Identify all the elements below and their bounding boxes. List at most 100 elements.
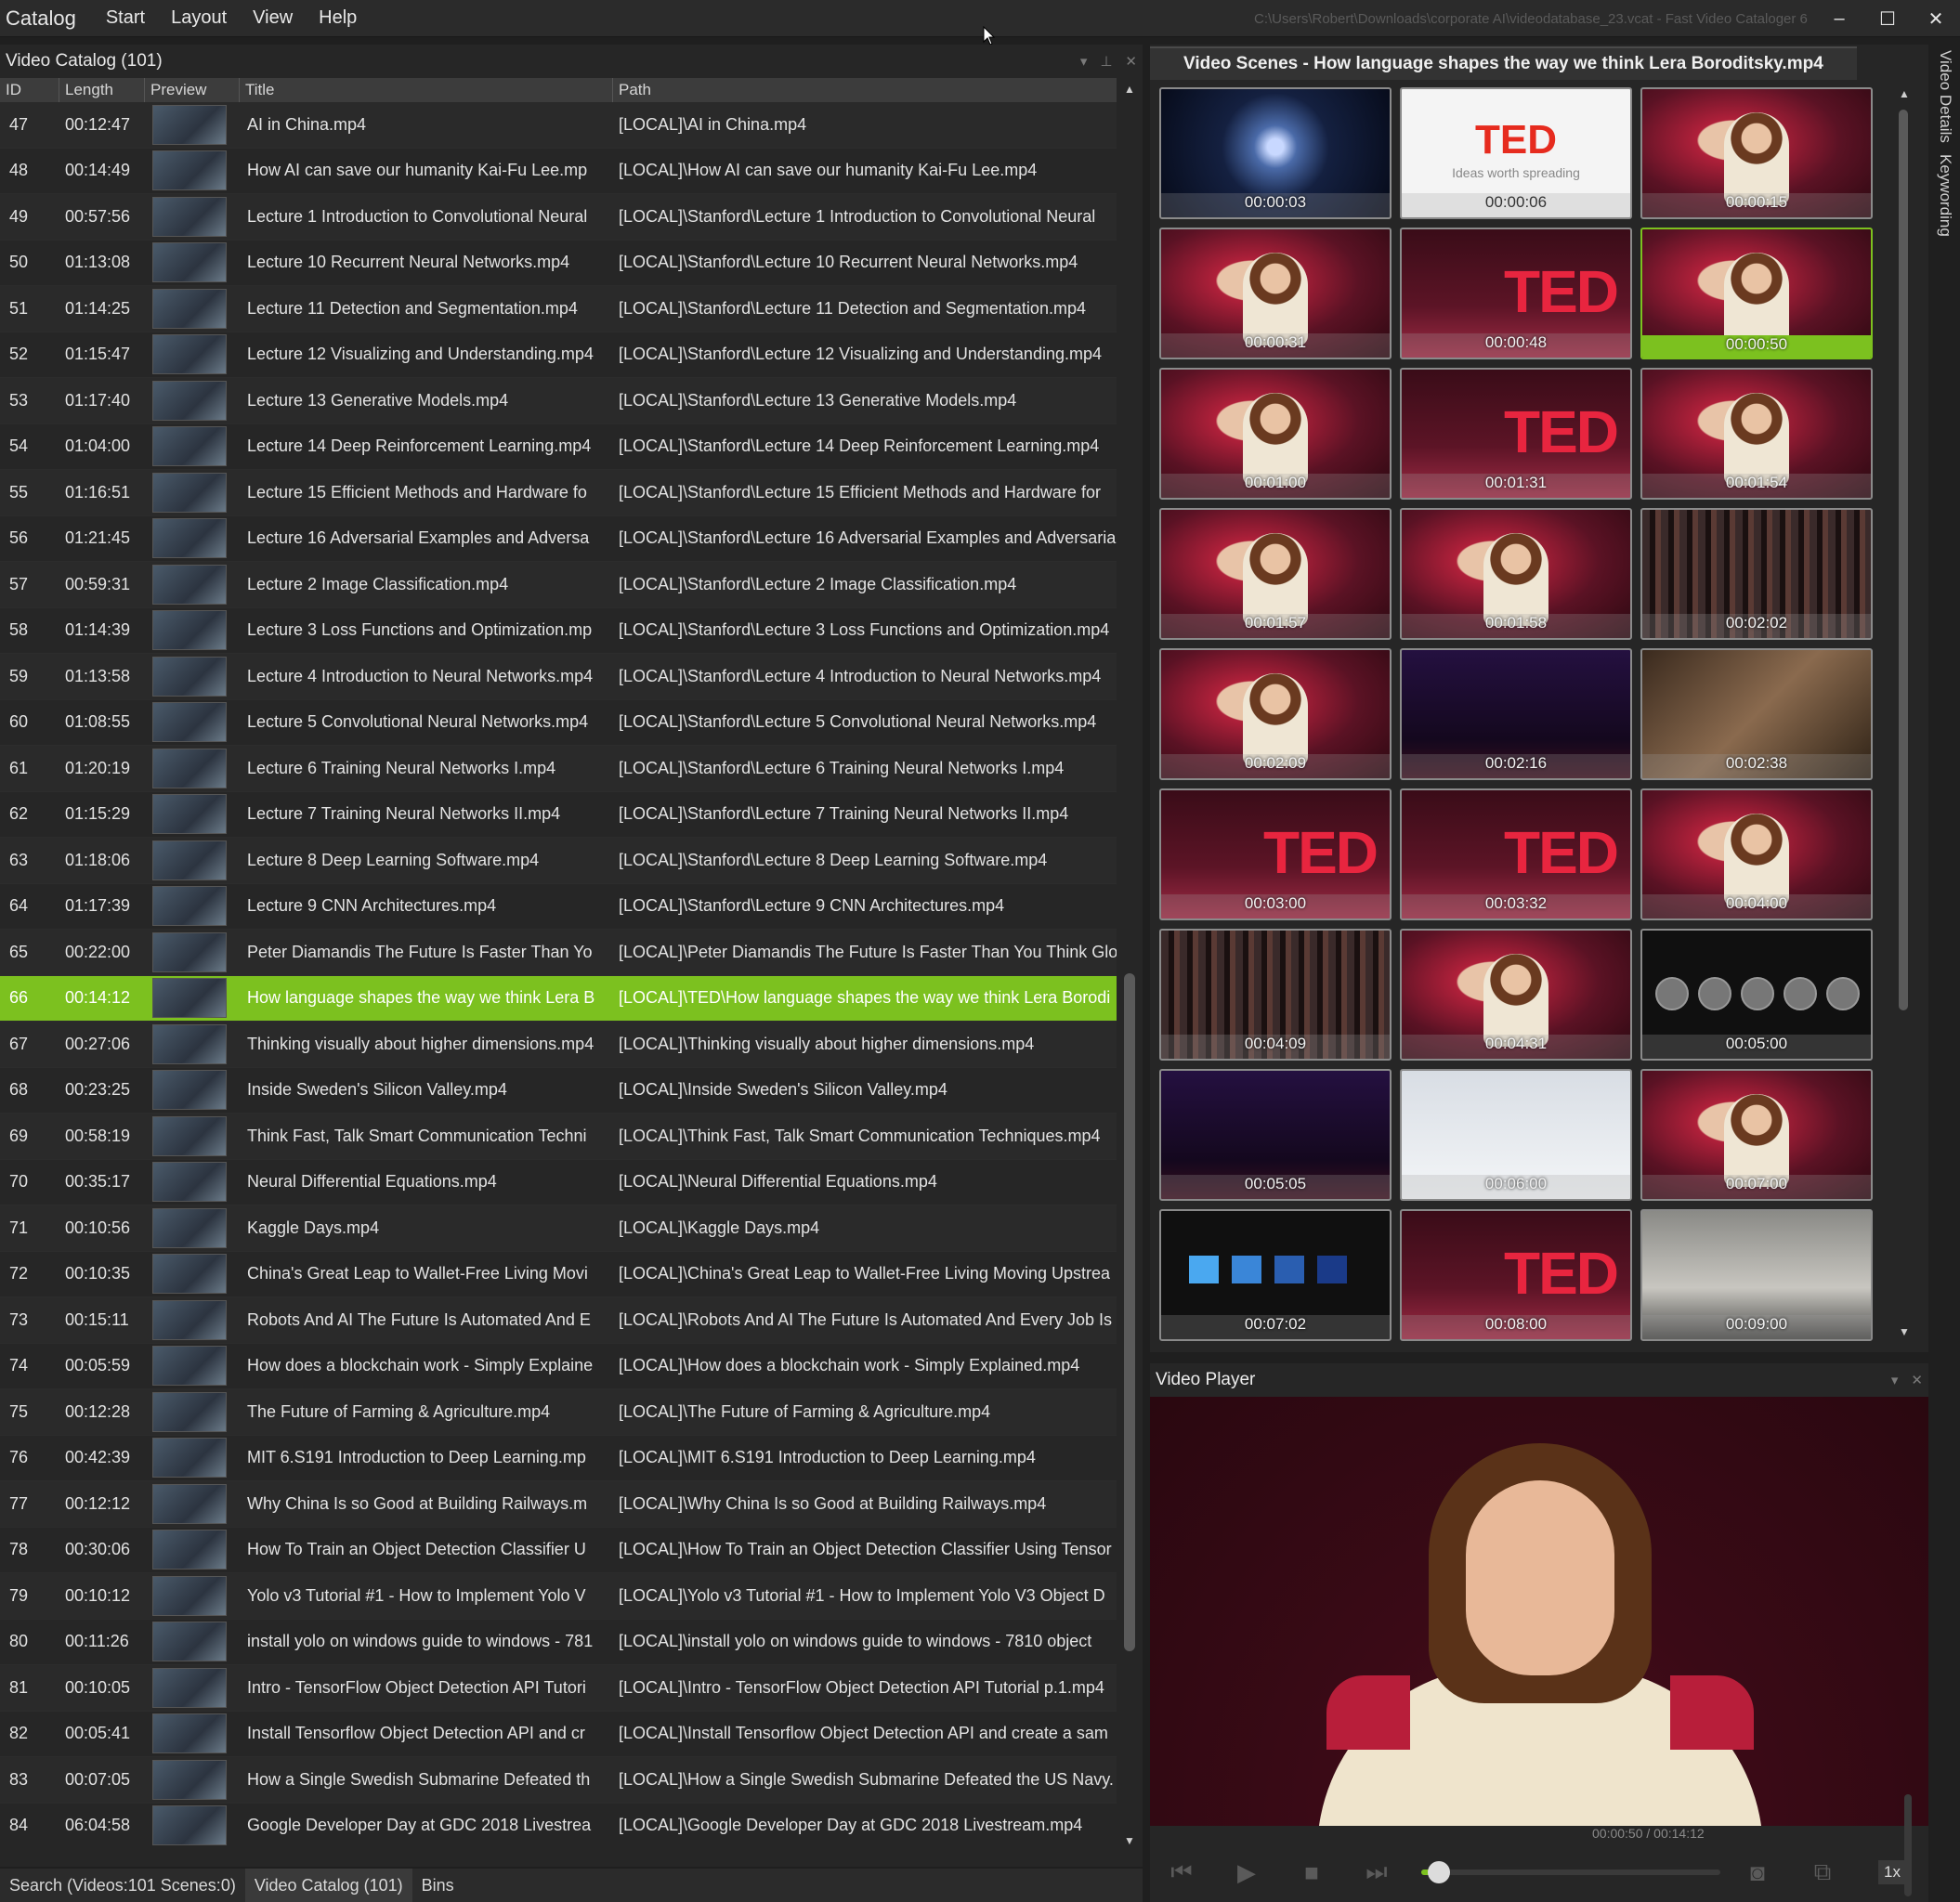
seek-handle[interactable]: [1427, 1861, 1450, 1883]
scroll-down-icon[interactable]: ▼: [1895, 1325, 1914, 1346]
table-row[interactable]: 84 06:04:58 Google Developer Day at GDC 20…: [0, 1803, 1117, 1848]
scene-thumbnail[interactable]: TED Ideas worth spreading 00:00:06: [1400, 87, 1632, 219]
dropdown-icon[interactable]: ▾: [1080, 53, 1088, 70]
scene-thumbnail[interactable]: 00:01:58: [1400, 508, 1632, 640]
scene-thumbnail[interactable]: TED 00:03:00: [1159, 788, 1392, 920]
table-row[interactable]: 53 01:17:40 Lecture 13 Generative Models.m…: [0, 378, 1117, 424]
scene-thumbnail[interactable]: 00:04:31: [1400, 929, 1632, 1061]
dropdown-icon[interactable]: ▾: [1891, 1372, 1899, 1388]
table-row[interactable]: 76 00:42:39 MIT 6.S191 Introduction to Dee…: [0, 1435, 1117, 1481]
table-row[interactable]: 70 00:35:17 Neural Differential Equations.…: [0, 1159, 1117, 1205]
menu-catalog[interactable]: Catalog: [0, 0, 93, 36]
table-row[interactable]: 66 00:14:12 How language shapes the way we…: [0, 975, 1117, 1022]
table-row[interactable]: 82 00:05:41 Install Tensorflow Object Dete…: [0, 1711, 1117, 1757]
scene-thumbnail[interactable]: 00:04:00: [1640, 788, 1873, 920]
close-panel-icon[interactable]: ✕: [1125, 53, 1137, 70]
table-row[interactable]: 60 01:08:55 Lecture 5 Convolutional Neural…: [0, 699, 1117, 746]
table-row[interactable]: 56 01:21:45 Lecture 16 Adversarial Example…: [0, 515, 1117, 562]
scene-thumbnail[interactable]: 00:07:00: [1640, 1069, 1873, 1201]
scene-thumbnail[interactable]: 00:00:15: [1640, 87, 1873, 219]
fast-forward-icon[interactable]: ⏭: [1349, 1849, 1405, 1895]
table-row[interactable]: 50 01:13:08 Lecture 10 Recurrent Neural Ne…: [0, 240, 1117, 286]
scene-thumbnail[interactable]: 00:00:50: [1640, 228, 1873, 359]
scroll-up-icon[interactable]: ▲: [1895, 87, 1914, 108]
stop-icon[interactable]: ■: [1284, 1849, 1339, 1895]
scene-thumbnail[interactable]: 00:07:02: [1159, 1209, 1392, 1341]
video-frame[interactable]: [1150, 1397, 1928, 1826]
table-row[interactable]: 62 01:15:29 Lecture 7 Training Neural Netw…: [0, 791, 1117, 838]
table-row[interactable]: 49 00:57:56 Lecture 1 Introduction to Conv…: [0, 194, 1117, 241]
play-icon[interactable]: ▶: [1219, 1849, 1274, 1895]
scroll-track[interactable]: [1124, 100, 1135, 1828]
speed-select[interactable]: 1x: [1878, 1860, 1906, 1884]
scenes-title[interactable]: Video Scenes - How language shapes the w…: [1150, 46, 1857, 80]
scene-thumbnail[interactable]: 00:02:09: [1159, 648, 1392, 780]
table-row[interactable]: 52 01:15:47 Lecture 12 Visualizing and Und…: [0, 332, 1117, 378]
scene-thumbnail[interactable]: 00:00:03: [1159, 87, 1392, 219]
table-row[interactable]: 64 01:17:39 Lecture 9 CNN Architectures.mp…: [0, 883, 1117, 930]
table-row[interactable]: 72 00:10:35 China's Great Leap to Wallet-F…: [0, 1251, 1117, 1297]
scene-thumbnail[interactable]: 00:05:05: [1159, 1069, 1392, 1201]
tab-video-details[interactable]: Video Details: [1932, 45, 1958, 149]
menu-view[interactable]: View: [240, 0, 306, 36]
scene-thumbnail[interactable]: 00:01:57: [1159, 508, 1392, 640]
table-row[interactable]: 47 00:12:47 AI in China.mp4 [LOCAL]\AI in C…: [0, 102, 1117, 149]
scene-thumbnail[interactable]: 00:02:16: [1400, 648, 1632, 780]
table-row[interactable]: 54 01:04:00 Lecture 14 Deep Reinforcement …: [0, 423, 1117, 470]
table-row[interactable]: 59 01:13:58 Lecture 4 Introduction to Neur…: [0, 654, 1117, 700]
seek-track[interactable]: [1421, 1869, 1720, 1875]
tab-bins[interactable]: Bins: [412, 1869, 464, 1902]
scene-thumbnail[interactable]: 00:00:31: [1159, 228, 1392, 359]
table-row[interactable]: 51 01:14:25 Lecture 11 Detection and Segme…: [0, 286, 1117, 332]
table-row[interactable]: 80 00:11:26 install yolo on windows guide …: [0, 1619, 1117, 1665]
minimize-button[interactable]: –: [1815, 0, 1863, 37]
close-button[interactable]: ✕: [1912, 0, 1960, 37]
column-path[interactable]: Path: [613, 78, 1117, 102]
maximize-button[interactable]: ☐: [1863, 0, 1912, 37]
table-row[interactable]: 69 00:58:19 Think Fast, Talk Smart Communi…: [0, 1114, 1117, 1160]
table-row[interactable]: 48 00:14:49 How AI can save our humanity K…: [0, 148, 1117, 194]
rewind-icon[interactable]: ⏮: [1154, 1849, 1209, 1895]
scroll-up-icon[interactable]: ▲: [1118, 78, 1141, 100]
camera-icon[interactable]: ◙: [1730, 1849, 1785, 1895]
table-row[interactable]: 58 01:14:39 Lecture 3 Loss Functions and O…: [0, 607, 1117, 654]
scene-thumbnail[interactable]: TED 00:08:00: [1400, 1209, 1632, 1341]
scene-thumbnail[interactable]: 00:05:00: [1640, 929, 1873, 1061]
table-row[interactable]: 74 00:05:59 How does a blockchain work - S…: [0, 1343, 1117, 1389]
scene-thumbnail[interactable]: 00:06:00: [1400, 1069, 1632, 1201]
scene-thumbnail[interactable]: TED 00:01:31: [1400, 368, 1632, 500]
export-icon[interactable]: ⧉: [1795, 1849, 1850, 1895]
table-row[interactable]: 78 00:30:06 How To Train an Object Detecti…: [0, 1527, 1117, 1573]
table-row[interactable]: 83 00:07:05 How a Single Swedish Submarine…: [0, 1757, 1117, 1804]
scene-thumbnail[interactable]: 00:02:38: [1640, 648, 1873, 780]
table-row[interactable]: 63 01:18:06 Lecture 8 Deep Learning Softwa…: [0, 838, 1117, 884]
scene-thumbnail[interactable]: TED 00:03:32: [1400, 788, 1632, 920]
scene-thumbnail[interactable]: TED 00:00:48: [1400, 228, 1632, 359]
scroll-down-icon[interactable]: ▼: [1118, 1830, 1141, 1852]
table-row[interactable]: 65 00:22:00 Peter Diamandis The Future Is …: [0, 930, 1117, 976]
menu-start[interactable]: Start: [93, 0, 158, 36]
menu-layout[interactable]: Layout: [158, 0, 240, 36]
pin-icon[interactable]: ⊥: [1100, 53, 1112, 70]
tab-keywording[interactable]: Keywording: [1932, 149, 1958, 242]
scroll-thumb[interactable]: [1899, 110, 1908, 1010]
table-row[interactable]: 77 00:12:12 Why China Is so Good at Buildi…: [0, 1481, 1117, 1528]
table-row[interactable]: 67 00:27:06 Thinking visually about higher…: [0, 1022, 1117, 1068]
scene-thumbnail[interactable]: 00:09:00: [1640, 1209, 1873, 1341]
table-row[interactable]: 73 00:15:11 Robots And AI The Future Is Au…: [0, 1297, 1117, 1344]
column-id[interactable]: ID: [0, 78, 59, 102]
table-row[interactable]: 81 00:10:05 Intro - TensorFlow Object Dete…: [0, 1665, 1117, 1712]
table-row[interactable]: 61 01:20:19 Lecture 6 Training Neural Netw…: [0, 746, 1117, 792]
scene-thumbnail[interactable]: 00:04:09: [1159, 929, 1392, 1061]
volume-slider[interactable]: [1904, 1794, 1912, 1896]
scene-thumbnail[interactable]: 00:02:02: [1640, 508, 1873, 640]
table-row[interactable]: 75 00:12:28 The Future of Farming & Agricu…: [0, 1389, 1117, 1436]
column-length[interactable]: Length: [59, 78, 145, 102]
seek-bar[interactable]: [1421, 1861, 1720, 1883]
tab-video-catalog[interactable]: Video Catalog (101): [244, 1869, 412, 1902]
tab-search[interactable]: Search (Videos:101 Scenes:0): [0, 1869, 245, 1902]
table-row[interactable]: 55 01:16:51 Lecture 15 Efficient Methods a…: [0, 470, 1117, 516]
scene-thumbnail[interactable]: 00:01:54: [1640, 368, 1873, 500]
catalog-scrollbar[interactable]: ▲ ▼: [1118, 78, 1141, 1852]
scenes-scrollbar[interactable]: ▲ ▼: [1895, 87, 1914, 1346]
